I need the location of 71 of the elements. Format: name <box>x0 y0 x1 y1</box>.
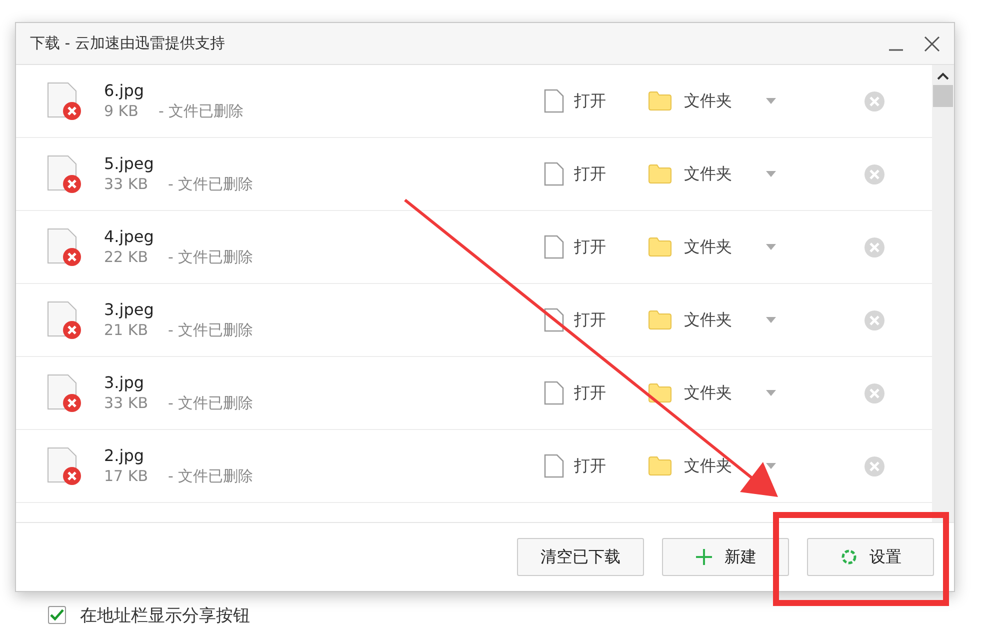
folder-link[interactable]: 文件夹 <box>684 456 732 476</box>
caret-icon[interactable] <box>766 390 776 396</box>
file-size: 33 KB <box>104 175 148 194</box>
folder-icon[interactable] <box>648 383 672 403</box>
settings-button[interactable]: 设置 <box>807 538 934 576</box>
folder-icon[interactable] <box>648 164 672 184</box>
folder-link[interactable]: 文件夹 <box>684 236 732 258</box>
scrollbar[interactable] <box>932 65 954 522</box>
file-status: - 文件已删除 <box>168 321 254 340</box>
new-button[interactable]: 新建 <box>662 538 789 576</box>
file-status: - 文件已删除 <box>158 102 244 121</box>
close-icon[interactable] <box>924 36 940 52</box>
caret-icon[interactable] <box>766 98 776 104</box>
remove-icon[interactable] <box>864 164 885 184</box>
gear-icon <box>840 548 858 566</box>
open-link[interactable]: 打开 <box>574 310 606 330</box>
open-link[interactable]: 打开 <box>574 236 606 258</box>
file-name: 5.jpeg <box>104 154 155 173</box>
file-size: 21 KB <box>104 321 148 340</box>
remove-icon[interactable] <box>864 382 885 404</box>
folder-link[interactable]: 文件夹 <box>684 310 732 330</box>
remove-icon[interactable] <box>864 90 885 112</box>
file-icon[interactable] <box>544 381 564 405</box>
folder-link[interactable]: 文件夹 <box>684 164 732 184</box>
file-name: 2.jpg <box>104 446 146 465</box>
deleted-file-icon <box>46 446 84 486</box>
file-status: - 文件已删除 <box>168 467 254 486</box>
window-title: 下载 - 云加速由迅雷提供支持 <box>30 34 226 53</box>
folder-link[interactable]: 文件夹 <box>684 382 732 404</box>
deleted-file-icon <box>46 227 84 267</box>
folder-icon[interactable] <box>648 237 672 257</box>
folder-icon[interactable] <box>648 91 672 111</box>
file-name: 3.jpeg <box>104 300 155 319</box>
file-size: 9 KB <box>104 102 138 121</box>
caret-icon[interactable] <box>766 244 776 250</box>
file-size: 22 KB <box>104 248 148 267</box>
remove-icon[interactable] <box>864 456 885 476</box>
caret-icon[interactable] <box>766 463 776 469</box>
file-name: 6.jpg <box>104 81 146 100</box>
file-status: - 文件已删除 <box>168 175 254 194</box>
file-icon[interactable] <box>544 89 564 113</box>
file-name: 4.jpeg <box>104 227 155 246</box>
folder-icon[interactable] <box>648 310 672 330</box>
remove-icon[interactable] <box>864 310 885 330</box>
file-icon[interactable] <box>544 162 564 186</box>
open-link[interactable]: 打开 <box>574 456 606 476</box>
file-name: 3.jpg <box>104 373 146 392</box>
file-size: 17 KB <box>104 467 148 486</box>
deleted-file-icon <box>46 81 84 121</box>
open-link[interactable]: 打开 <box>574 382 606 404</box>
open-link[interactable]: 打开 <box>574 164 606 184</box>
remove-icon[interactable] <box>864 236 885 258</box>
checkbox[interactable] <box>48 606 66 624</box>
plus-icon <box>694 548 712 566</box>
folder-icon[interactable] <box>648 456 672 476</box>
deleted-file-icon <box>46 300 84 340</box>
file-icon[interactable] <box>544 235 564 259</box>
file-icon[interactable] <box>544 454 564 478</box>
file-status: - 文件已删除 <box>168 394 254 413</box>
setting-label: 在地址栏显示分享按钮 <box>80 604 250 625</box>
file-size: 33 KB <box>104 394 148 413</box>
deleted-file-icon <box>46 154 84 194</box>
scroll-thumb[interactable] <box>933 85 953 107</box>
scroll-up-icon[interactable] <box>937 71 949 81</box>
caret-icon[interactable] <box>766 317 776 323</box>
open-link[interactable]: 打开 <box>574 90 606 112</box>
caret-icon[interactable] <box>766 171 776 177</box>
deleted-file-icon <box>46 373 84 413</box>
clear-button[interactable]: 清空已下载 <box>517 538 644 576</box>
folder-link[interactable]: 文件夹 <box>684 90 732 112</box>
file-status: - 文件已删除 <box>168 248 254 267</box>
